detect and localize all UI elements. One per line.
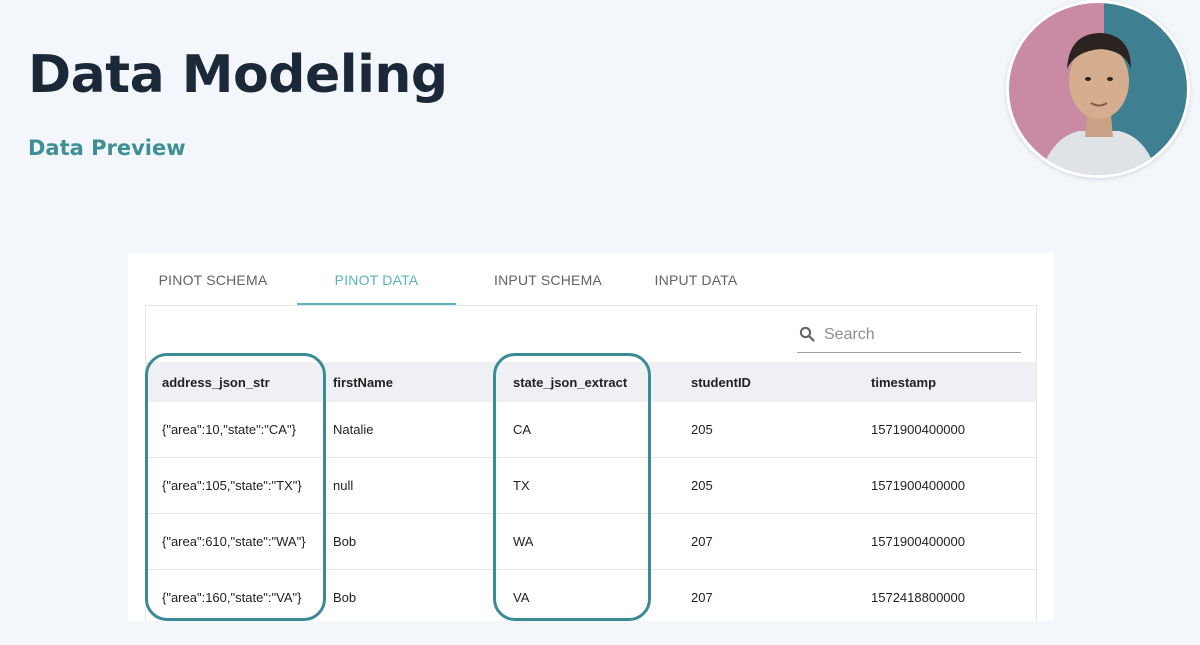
- cell-address-json-str: {"area":160,"state":"VA"}: [146, 569, 333, 621]
- tab-pinot-data[interactable]: PINOT DATA: [297, 253, 456, 305]
- presenter-video: [1006, 0, 1190, 178]
- cell-timestamp: 1571900400000: [871, 513, 1036, 570]
- table-row: {"area":610,"state":"WA"} Bob WA 207 157…: [146, 513, 1036, 570]
- table-row: {"area":105,"state":"TX"} null TX 205 15…: [146, 457, 1036, 514]
- cell-timestamp: 1572418800000: [871, 569, 1036, 621]
- column-header-student-id[interactable]: studentID: [691, 362, 871, 402]
- slide-subtitle: Data Preview: [28, 136, 186, 160]
- cell-student-id: 207: [691, 569, 871, 621]
- cell-first-name: Natalie: [333, 402, 513, 458]
- tab-input-data[interactable]: INPUT DATA: [631, 253, 761, 305]
- data-table-card: address_json_str firstName state_json_ex…: [145, 305, 1037, 621]
- column-header-timestamp[interactable]: timestamp: [871, 362, 1036, 402]
- column-header-first-name[interactable]: firstName: [333, 362, 513, 402]
- tab-input-schema[interactable]: INPUT SCHEMA: [463, 253, 633, 305]
- cell-state-json-extract: WA: [513, 513, 691, 570]
- table-header-row: address_json_str firstName state_json_ex…: [146, 362, 1036, 402]
- data-preview-panel: PINOT SCHEMA PINOT DATA INPUT SCHEMA INP…: [128, 253, 1054, 621]
- cell-student-id: 205: [691, 402, 871, 458]
- cell-state-json-extract: TX: [513, 457, 691, 514]
- search-box[interactable]: [797, 320, 1021, 353]
- cell-state-json-extract: VA: [513, 569, 691, 621]
- table-row: {"area":160,"state":"VA"} Bob VA 207 157…: [146, 569, 1036, 621]
- tab-pinot-schema[interactable]: PINOT SCHEMA: [128, 253, 298, 305]
- column-header-address-json-str[interactable]: address_json_str: [146, 362, 333, 402]
- slide-title: Data Modeling: [28, 45, 448, 105]
- cell-state-json-extract: CA: [513, 402, 691, 458]
- cell-address-json-str: {"area":105,"state":"TX"}: [146, 457, 333, 514]
- cell-first-name: null: [333, 457, 513, 514]
- cell-student-id: 207: [691, 513, 871, 570]
- cell-timestamp: 1571900400000: [871, 402, 1036, 458]
- search-icon: [799, 326, 815, 342]
- cell-first-name: Bob: [333, 513, 513, 570]
- search-input[interactable]: [824, 324, 1014, 346]
- cell-address-json-str: {"area":610,"state":"WA"}: [146, 513, 333, 570]
- presenter-avatar: [1009, 3, 1187, 175]
- cell-address-json-str: {"area":10,"state":"CA"}: [146, 402, 333, 458]
- cell-first-name: Bob: [333, 569, 513, 621]
- cell-timestamp: 1571900400000: [871, 457, 1036, 514]
- cell-student-id: 205: [691, 457, 871, 514]
- table-row: {"area":10,"state":"CA"} Natalie CA 205 …: [146, 402, 1036, 458]
- tab-bar: PINOT SCHEMA PINOT DATA INPUT SCHEMA INP…: [128, 253, 1054, 305]
- column-header-state-json-extract[interactable]: state_json_extract: [513, 362, 691, 402]
- data-table: address_json_str firstName state_json_ex…: [146, 362, 1036, 621]
